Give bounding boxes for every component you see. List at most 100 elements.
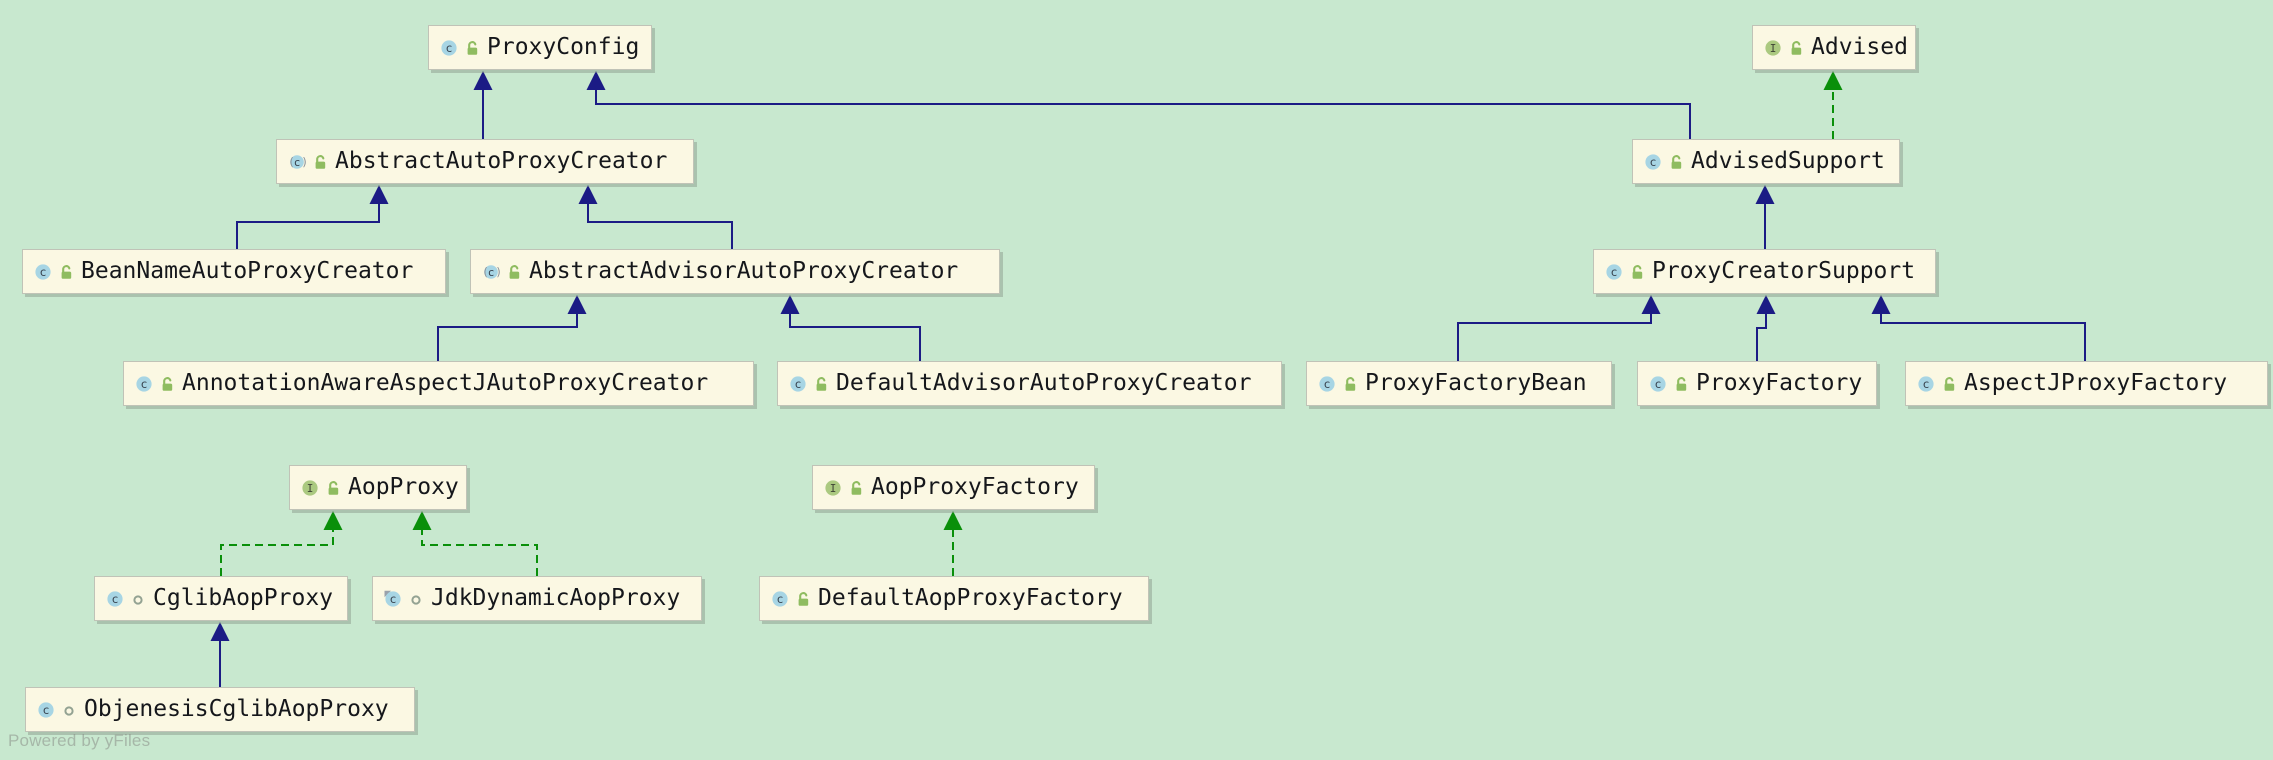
public-lock-icon (1789, 40, 1804, 56)
class-icon: c (135, 375, 153, 393)
class-node-aopproxyfactory[interactable]: I AopProxyFactory (812, 465, 1095, 510)
arrowhead (1757, 295, 1776, 314)
class-icon: c (384, 590, 402, 608)
svg-text:): ) (495, 265, 500, 279)
svg-text:c: c (1650, 155, 1657, 169)
class-name-label: DefaultAdvisorAutoProxyCreator (836, 372, 1251, 395)
class-icon: c (440, 39, 458, 57)
class-name-label: ObjenesisCglibAopProxy (84, 698, 389, 721)
svg-text:c: c (390, 592, 397, 606)
class-name-label: Advised (1811, 36, 1908, 59)
class-name-label: AbstractAutoProxyCreator (335, 150, 667, 173)
public-lock-icon (814, 376, 829, 392)
arrowhead (568, 295, 587, 314)
class-name-label: JdkDynamicAopProxy (431, 587, 680, 610)
public-lock-icon (465, 40, 480, 56)
abstract-class-icon: c() (288, 153, 306, 171)
svg-text:(: ( (288, 155, 295, 169)
arrowhead (211, 622, 230, 641)
arrowhead (474, 71, 493, 90)
svg-text:I: I (307, 482, 314, 495)
class-node-abstractautoproxycreator[interactable]: c() AbstractAutoProxyCreator (276, 139, 694, 184)
svg-text:c: c (446, 41, 453, 55)
arrowhead (587, 71, 606, 90)
public-lock-icon (1669, 154, 1684, 170)
inheritance-edge-advisedsupport-to-proxyconfig[interactable] (596, 88, 1690, 139)
class-node-jdkdynamicaopproxy[interactable]: c JdkDynamicAopProxy (372, 576, 702, 621)
class-node-aopproxy[interactable]: I AopProxy (289, 465, 467, 510)
class-icon: c (771, 590, 789, 608)
svg-text:c: c (795, 377, 802, 391)
public-lock-icon (59, 264, 74, 280)
class-name-label: AbstractAdvisorAutoProxyCreator (529, 260, 958, 283)
interface-icon: I (301, 479, 319, 497)
svg-text:): ) (301, 155, 306, 169)
svg-text:I: I (830, 482, 837, 495)
inheritance-edge-proxyfactorybean-to-proxycreatorsupport[interactable] (1458, 312, 1651, 361)
inheritance-edge-aspectjproxyfactory-to-proxycreatorsupport[interactable] (1881, 312, 2085, 361)
class-node-cglibaopproxy[interactable]: c CglibAopProxy (94, 576, 348, 621)
class-name-label: AnnotationAwareAspectJAutoProxyCreator (182, 372, 708, 395)
arrowhead (1872, 295, 1891, 314)
class-node-annotationawareaspectjautoproxycreator[interactable]: c AnnotationAwareAspectJAutoProxyCreator (123, 361, 754, 406)
svg-text:c: c (777, 592, 784, 606)
inheritance-edge-defaultadvisorautoproxycreator-to-abstractadvisorautoproxycreator[interactable] (790, 312, 920, 361)
class-icon: c (37, 701, 55, 719)
inheritance-edge-proxyfactory-to-proxycreatorsupport[interactable] (1757, 312, 1766, 361)
inheritance-edge-abstractadvisorautoproxycreator-to-abstractautoproxycreator[interactable] (588, 202, 732, 249)
public-lock-icon (849, 480, 864, 496)
public-lock-icon (1674, 376, 1689, 392)
svg-text:c: c (1923, 377, 1930, 391)
class-node-abstractadvisorautoproxycreator[interactable]: c()AbstractAdvisorAutoProxyCreator (470, 249, 1000, 294)
svg-text:c: c (40, 265, 47, 279)
class-node-proxycreatorsupport[interactable]: c ProxyCreatorSupport (1593, 249, 1936, 294)
arrowhead (944, 511, 963, 530)
class-node-beannameautoproxycreator[interactable]: cBeanNameAutoProxyCreator (22, 249, 446, 294)
class-node-defaultadvisorautoproxycreator[interactable]: c DefaultAdvisorAutoProxyCreator (777, 361, 1282, 406)
svg-text:c: c (1324, 377, 1331, 391)
class-name-label: ProxyCreatorSupport (1652, 260, 1915, 283)
arrowhead (781, 295, 800, 314)
arrowhead (1642, 295, 1661, 314)
svg-text:c: c (1611, 265, 1618, 279)
public-lock-icon (1630, 264, 1645, 280)
inheritance-edge-beannameautoproxycreator-to-abstractautoproxycreator[interactable] (237, 202, 379, 249)
class-name-label: AdvisedSupport (1691, 150, 1885, 173)
public-lock-icon (1343, 376, 1358, 392)
class-node-advised[interactable]: IAdvised (1752, 25, 1916, 70)
class-icon: c (106, 590, 124, 608)
class-name-label: CglibAopProxy (153, 587, 333, 610)
arrowhead (413, 511, 432, 530)
arrowhead (1756, 185, 1775, 204)
arrowhead (1824, 71, 1843, 90)
class-node-proxyfactorybean[interactable]: cProxyFactoryBean (1306, 361, 1612, 406)
svg-text:c: c (112, 592, 119, 606)
class-node-advisedsupport[interactable]: c AdvisedSupport (1632, 139, 1900, 184)
class-name-label: ProxyConfig (487, 36, 639, 59)
class-icon: c (34, 263, 52, 281)
class-node-objenesiscglibaopproxy[interactable]: c ObjenesisCglibAopProxy (25, 687, 415, 732)
class-node-aspectjproxyfactory[interactable]: c AspectJProxyFactory (1905, 361, 2268, 406)
arrowhead (370, 185, 389, 204)
interface-icon: I (824, 479, 842, 497)
class-name-label: AopProxy (348, 476, 459, 499)
diagram-canvas: Powered by yFiles cProxyConfigIAdvisedc(… (0, 0, 2273, 760)
svg-text:c: c (141, 377, 148, 391)
class-icon: c (1649, 375, 1667, 393)
realization-edge-jdkdynamicaopproxy-to-aopproxy[interactable] (422, 528, 537, 576)
realization-edge-cglibaopproxy-to-aopproxy[interactable] (221, 528, 333, 576)
class-name-label: AspectJProxyFactory (1964, 372, 2227, 395)
class-icon: c (1318, 375, 1336, 393)
package-private-icon (62, 702, 77, 718)
svg-text:c: c (43, 703, 50, 717)
class-node-defaultaopproxyfactory[interactable]: cDefaultAopProxyFactory (759, 576, 1149, 621)
class-node-proxyconfig[interactable]: c ProxyConfig (428, 25, 652, 70)
class-name-label: AopProxyFactory (871, 476, 1079, 499)
public-lock-icon (326, 480, 341, 496)
inheritance-edge-annotationawareaspectjautoproxycreator-to-abstractadvisorautoproxycreator[interactable] (438, 312, 577, 361)
public-lock-icon (313, 154, 328, 170)
class-icon: c (1644, 153, 1662, 171)
class-node-proxyfactory[interactable]: cProxyFactory (1637, 361, 1877, 406)
package-private-icon (409, 591, 424, 607)
public-lock-icon (1942, 376, 1957, 392)
